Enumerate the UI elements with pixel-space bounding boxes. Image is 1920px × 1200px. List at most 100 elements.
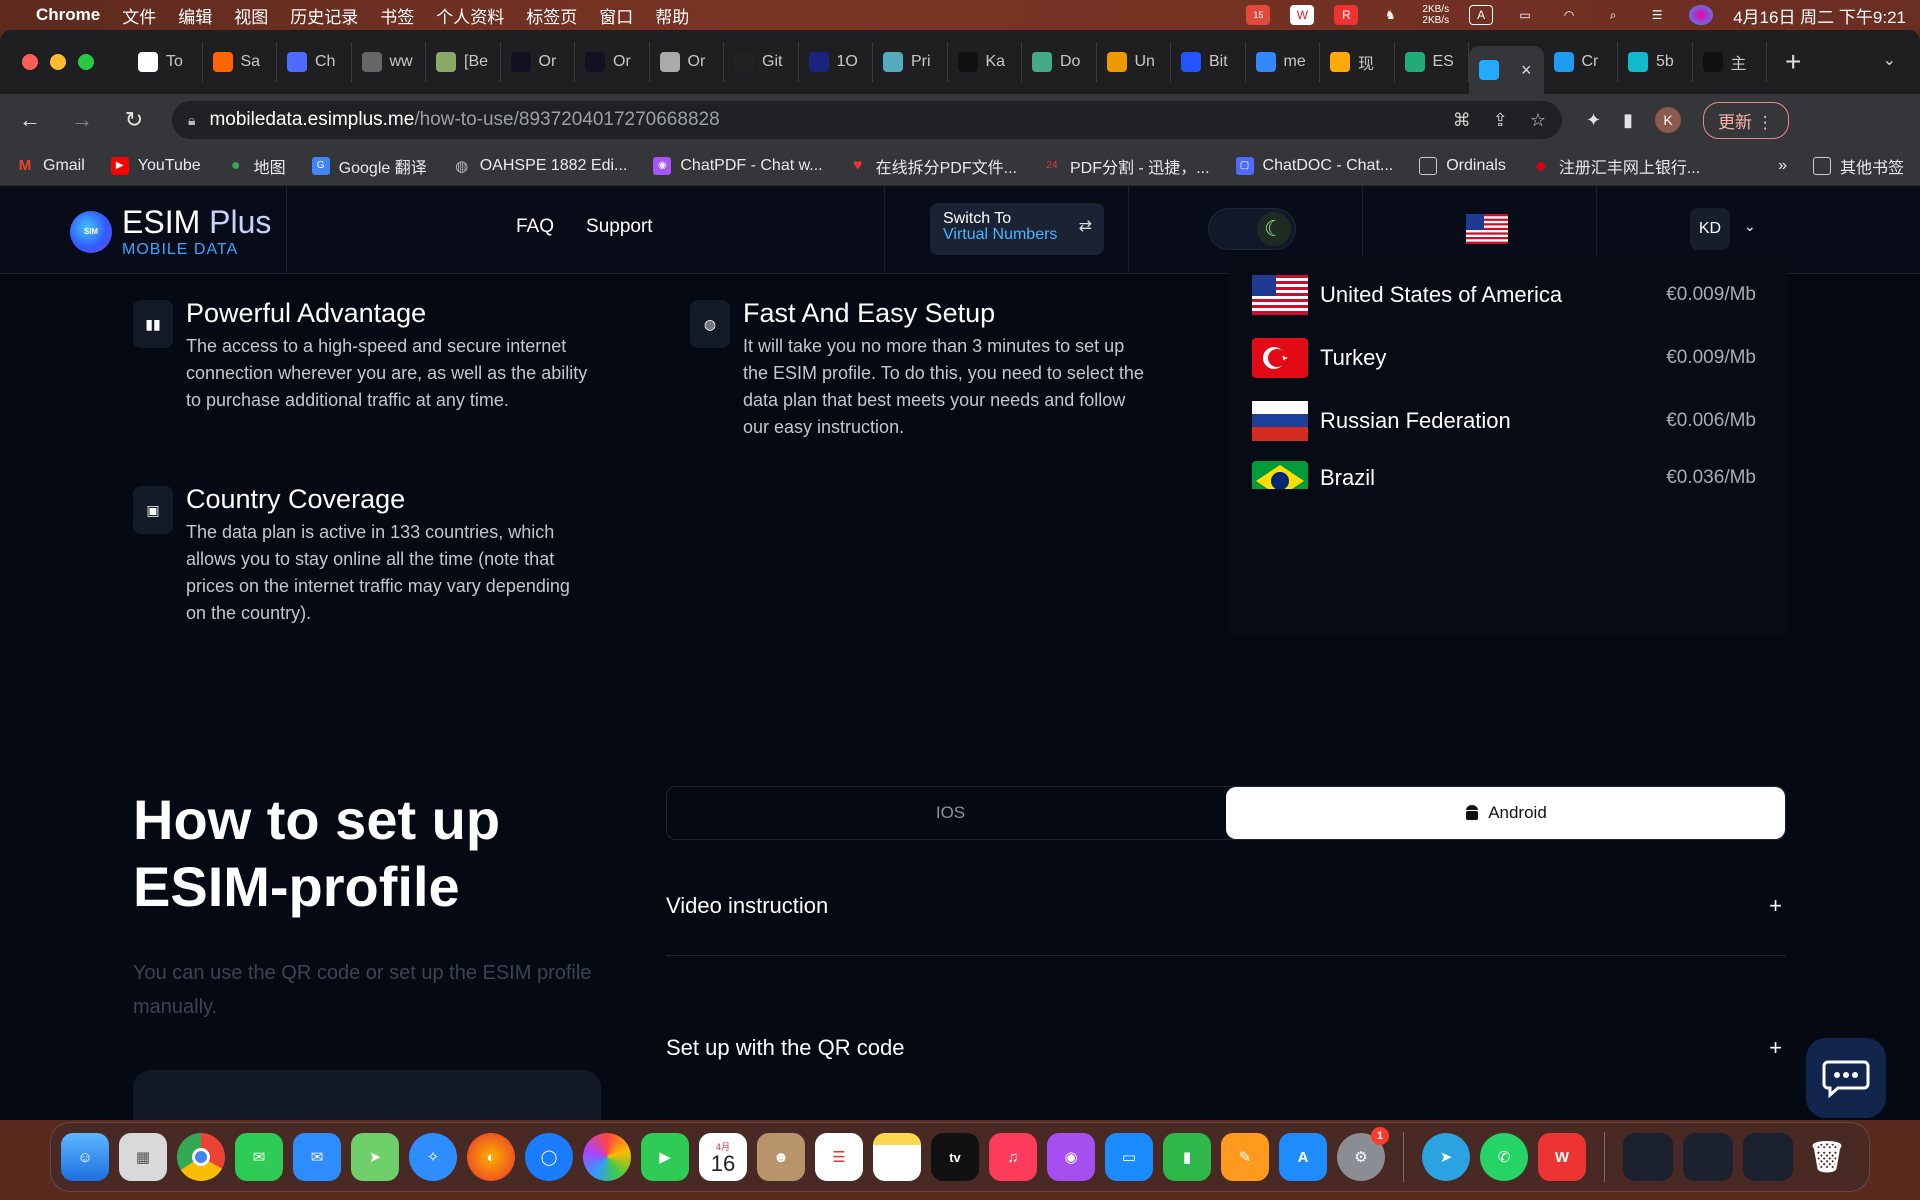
reload-icon[interactable]: ↻ [120, 107, 148, 133]
back-icon[interactable]: ← [16, 107, 44, 133]
menu-profile[interactable]: 个人资料 [436, 3, 504, 28]
notes-icon[interactable] [873, 1133, 921, 1181]
menu-help[interactable]: 帮助 [655, 3, 689, 28]
extensions-icon[interactable]: ✦ [1586, 110, 1601, 131]
finder-icon[interactable]: ☺ [61, 1133, 109, 1181]
bookmark-chatdoc[interactable]: ▢ ChatDOC - Chat... [1235, 156, 1393, 175]
accordion-qr-setup[interactable]: Set up with the QR code + [666, 988, 1786, 1108]
bookmark-maps[interactable]: ● 地图 [227, 154, 286, 178]
browser-tab[interactable]: Bit [1171, 42, 1246, 82]
whatsapp-icon[interactable]: ✆ [1480, 1133, 1528, 1181]
tab-search-icon[interactable]: ⌄ [1883, 50, 1896, 70]
bookmark-ordinals[interactable]: Ordinals [1419, 156, 1506, 175]
nav-faq[interactable]: FAQ [516, 216, 554, 238]
siri-icon[interactable] [1689, 5, 1714, 25]
bookmark-youtube[interactable]: ▶ YouTube [110, 156, 201, 175]
reminders-icon[interactable]: ☰ [815, 1133, 863, 1181]
minimized-window-3[interactable] [1743, 1133, 1793, 1181]
battery-icon[interactable]: ▭ [1513, 5, 1537, 25]
menu-history[interactable]: 历史记录 [290, 3, 358, 28]
plus-icon[interactable]: + [1769, 893, 1782, 919]
minimized-window-2[interactable] [1683, 1133, 1733, 1181]
pages-icon[interactable]: ✎ [1221, 1133, 1269, 1181]
settings-icon[interactable]: ⚙ 1 [1337, 1127, 1389, 1181]
price-row-usa[interactable]: United States of America €0.009/Mb [1252, 272, 1784, 318]
tab-android[interactable]: Android [1226, 787, 1785, 839]
menu-tab[interactable]: 标签页 [526, 3, 577, 28]
wifi-icon[interactable]: ◠ [1557, 5, 1581, 25]
browser-tab[interactable]: ES [1395, 42, 1469, 82]
forward-icon[interactable]: → [68, 107, 96, 133]
facetime-icon[interactable]: ▶ [641, 1133, 689, 1181]
theme-toggle[interactable]: ☾ [1208, 208, 1296, 250]
browser-tab[interactable]: Pri [873, 42, 948, 82]
browser-tab[interactable]: 1O [799, 42, 873, 82]
music-icon[interactable]: ♫ [989, 1133, 1037, 1181]
share-icon[interactable]: ⇪ [1493, 110, 1508, 131]
appletv-icon[interactable]: tv [931, 1133, 979, 1181]
wps-status-icon[interactable]: W [1290, 5, 1315, 25]
firefox-icon[interactable]: ◐ [467, 1133, 515, 1181]
minimized-window-1[interactable] [1623, 1133, 1673, 1181]
browser-tab[interactable]: Do [1022, 42, 1097, 82]
telegram-icon[interactable]: ➤ [1422, 1133, 1470, 1181]
bookmark-hsbc[interactable]: ◆ 注册汇丰网上银行... [1532, 154, 1700, 178]
side-panel-icon[interactable]: ▮ [1623, 110, 1633, 131]
accordion-video-instruction[interactable]: Video instruction + [666, 856, 1786, 956]
contacts-icon[interactable]: ☻ [757, 1133, 805, 1181]
safari-icon[interactable]: ✧ [409, 1133, 457, 1181]
price-row-russia[interactable]: Russian Federation €0.006/Mb [1252, 398, 1784, 444]
minimize-window-button[interactable] [50, 54, 66, 70]
zoom-window-button[interactable] [78, 54, 94, 70]
bookmark-gmail[interactable]: M Gmail [16, 157, 85, 175]
tab-ios[interactable]: IOS [667, 787, 1226, 839]
chat-support-button[interactable] [1806, 1038, 1886, 1118]
menu-window[interactable]: 窗口 [599, 3, 633, 28]
browser-tab[interactable]: Ka [948, 42, 1022, 82]
browser-tab[interactable]: Or [650, 42, 724, 82]
menu-view[interactable]: 视图 [234, 3, 268, 28]
close-window-button[interactable] [22, 54, 38, 70]
plus-icon[interactable]: + [1769, 1035, 1782, 1061]
mail-icon[interactable]: ✉ [293, 1133, 341, 1181]
numbers-icon[interactable]: ▮ [1163, 1133, 1211, 1181]
browser-tab[interactable]: Sa [203, 42, 277, 82]
appstore-icon[interactable]: A [1279, 1133, 1327, 1181]
translate-icon[interactable]: ⌘ [1453, 110, 1471, 131]
browser-tab[interactable]: me [1246, 42, 1320, 82]
update-button[interactable]: 更新 ⋮ [1703, 101, 1789, 139]
r-status-icon[interactable]: R [1334, 5, 1359, 25]
calendar-icon[interactable]: 4月 16 [699, 1133, 747, 1181]
calendar-status-icon[interactable]: 15 [1246, 5, 1271, 25]
wps-icon[interactable]: W [1538, 1133, 1586, 1181]
new-tab-button[interactable]: + [1785, 46, 1801, 78]
browser-tab[interactable]: [Be [426, 42, 501, 82]
maps-icon[interactable]: ➤ [351, 1133, 399, 1181]
cat-status-icon[interactable]: ♞ [1378, 5, 1402, 25]
bookmark-chatpdf[interactable]: ◉ ChatPDF - Chat w... [653, 156, 823, 175]
switch-to-virtual-numbers-button[interactable]: Switch To Virtual Numbers ⇄ [930, 203, 1104, 255]
profile-avatar[interactable]: K [1655, 107, 1681, 133]
close-tab-icon[interactable]: × [1521, 60, 1532, 81]
control-center-icon[interactable]: ☰ [1645, 5, 1669, 25]
search-icon[interactable]: ⌕ [1601, 5, 1625, 25]
menubar-app-name[interactable]: Chrome [36, 5, 100, 25]
browser-tab[interactable]: Or [501, 42, 575, 82]
menu-bookmarks[interactable]: 书签 [380, 3, 414, 28]
menubar-clock[interactable]: 4月16日 周二 下午9:21 [1733, 3, 1906, 28]
browser-tab[interactable]: Cr [1544, 42, 1618, 82]
browser-tab[interactable]: 主 [1693, 42, 1767, 82]
price-row-turkey[interactable]: Turkey €0.009/Mb [1252, 335, 1784, 381]
nav-support[interactable]: Support [586, 216, 653, 238]
quicklook-icon[interactable]: ◯ [525, 1133, 573, 1181]
browser-tab[interactable]: ww [352, 42, 426, 82]
bookmark-split-pdf[interactable]: ♥ 在线拆分PDF文件... [849, 154, 1017, 178]
browser-tab[interactable]: Un [1097, 42, 1171, 82]
browser-tab[interactable]: Git [724, 42, 799, 82]
address-bar[interactable]: 🔒︎ mobiledata.esimplus.me/how-to-use/893… [172, 101, 1562, 139]
us-flag-icon[interactable] [1466, 214, 1508, 244]
photos-icon[interactable] [583, 1133, 631, 1181]
site-logo[interactable]: SIM ESIM Plus MOBILE DATA [70, 204, 271, 259]
browser-tab[interactable]: To [128, 42, 203, 82]
browser-tab[interactable]: Ch [277, 42, 352, 82]
